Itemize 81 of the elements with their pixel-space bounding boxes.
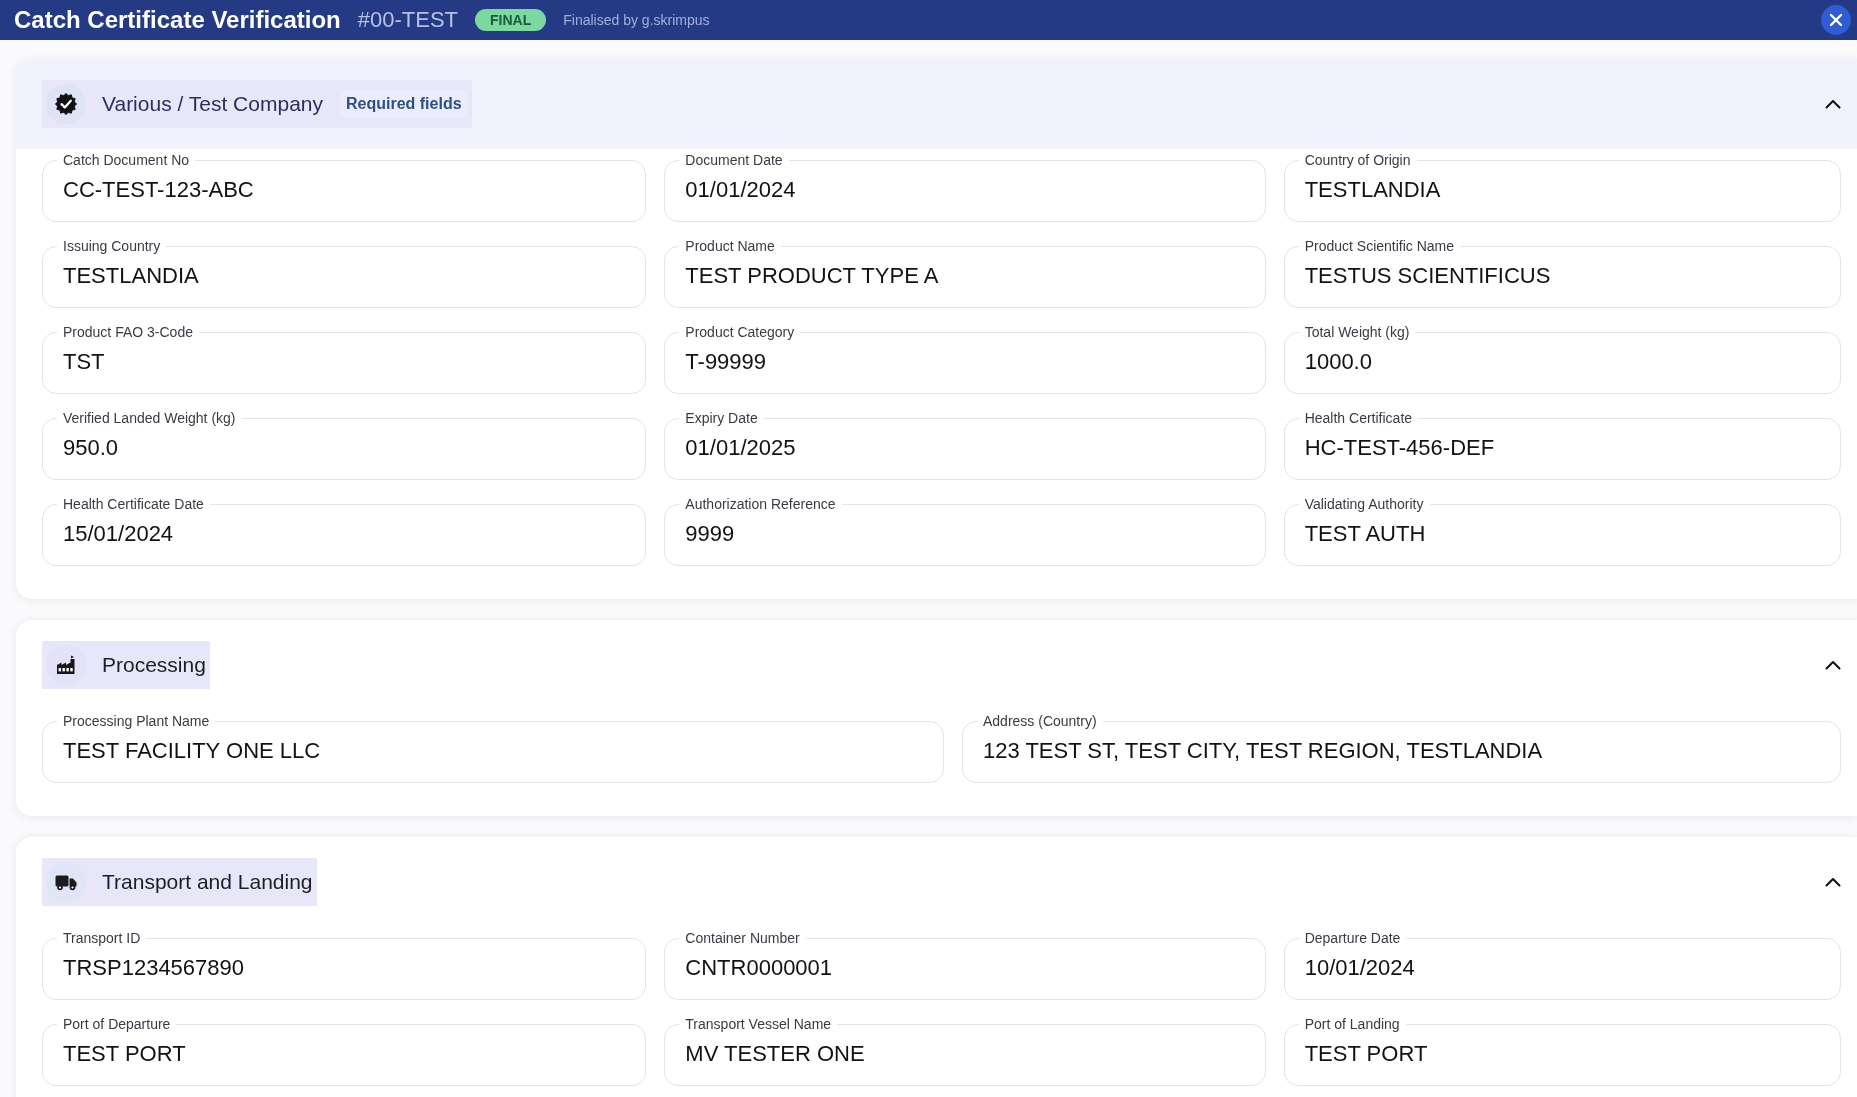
status-badge: FINAL [475, 9, 547, 31]
input-field[interactable]: Product Category T-99999 [664, 323, 1266, 394]
field-label: Country of Origin [1303, 151, 1412, 169]
section-title: Transport and Landing [102, 870, 313, 894]
input-field[interactable]: Port of Departure TEST PORT [42, 1015, 647, 1086]
field-label: Transport Vessel Name [684, 1015, 833, 1033]
field-label: Departure Date [1303, 929, 1402, 947]
input-field[interactable]: Issuing Country TESTLANDIA [42, 237, 647, 308]
chevron-up-icon[interactable] [1825, 877, 1841, 887]
reference-number: #00-TEST [357, 7, 459, 33]
close-icon [1829, 13, 1843, 27]
field-value: T-99999 [685, 348, 768, 376]
field-value: 01/01/2024 [685, 176, 797, 204]
field-value: TESTLANDIA [1304, 176, 1442, 204]
input-field[interactable]: Health Certificate Date 15/01/2024 [42, 495, 647, 566]
field-value: 1000.0 [1304, 348, 1373, 376]
field-value: 123 TEST ST, TEST CITY, TEST REGION, TESTLANDIA [983, 737, 1544, 765]
chevron-up-icon[interactable] [1825, 660, 1841, 670]
field-label: Address (Country) [982, 712, 1098, 730]
field-label: Catch Document No [62, 151, 191, 169]
input-field[interactable]: Transport Vessel Name MV TESTER ONE [664, 1015, 1266, 1086]
section-title: Processing [102, 653, 206, 677]
field-value: TST [63, 348, 106, 376]
input-field[interactable]: Processing Plant Name TEST FACILITY ONE LLC [42, 712, 944, 783]
truck-icon [46, 862, 86, 902]
required-fields-label: Required fields [340, 90, 468, 118]
field-value: TESTLANDIA [63, 262, 200, 290]
input-field[interactable]: Health Certificate HC-TEST-456-DEF [1283, 409, 1841, 480]
field-label: Verified Landed Weight (kg) [62, 409, 237, 427]
field-label: Total Weight (kg) [1303, 323, 1411, 341]
input-field[interactable]: Expiry Date 01/01/2025 [664, 409, 1266, 480]
field-value: CNTR0000001 [685, 954, 834, 982]
input-field[interactable]: Catch Document No CC-TEST-123-ABC [42, 151, 647, 222]
field-label: Validating Authority [1303, 495, 1425, 513]
field-value: TEST PORT [1304, 1040, 1429, 1068]
field-label: Processing Plant Name [62, 712, 211, 730]
input-field[interactable]: Product FAO 3-Code TST [42, 323, 647, 394]
input-field[interactable]: Address (Country) 123 TEST ST, TEST CITY, TEST REGION, TESTLANDIA [962, 712, 1841, 783]
input-field[interactable]: Port of Landing TEST PORT [1283, 1015, 1841, 1086]
section-title: Various / Test Company [102, 92, 323, 116]
input-field[interactable]: Validating Authority TEST AUTH [1283, 495, 1841, 566]
field-label: Container Number [684, 929, 801, 947]
field-label: Product Name [684, 237, 776, 255]
field-label: Product FAO 3-Code [62, 323, 194, 341]
field-value: TEST FACILITY ONE LLC [63, 737, 322, 765]
field-label: Health Certificate Date [62, 495, 205, 513]
input-field[interactable]: Verified Landed Weight (kg) 950.0 [42, 409, 647, 480]
chevron-up-icon[interactable] [1825, 99, 1841, 109]
field-value: TEST PRODUCT TYPE A [685, 262, 940, 290]
field-label: Document Date [684, 151, 784, 169]
input-field[interactable]: Total Weight (kg) 1000.0 [1283, 323, 1841, 394]
input-field[interactable]: Product Name TEST PRODUCT TYPE A [664, 237, 1266, 308]
input-field[interactable]: Authorization Reference 9999 [664, 495, 1266, 566]
field-value: 950.0 [63, 434, 120, 462]
field-value: CC-TEST-123-ABC [63, 176, 255, 204]
field-label: Product Category [684, 323, 796, 341]
field-label: Issuing Country [62, 237, 162, 255]
field-value: TEST PORT [63, 1040, 187, 1068]
finalised-by-text: Finalised by g.skrimpus [563, 12, 710, 28]
input-field[interactable]: Product Scientific Name TESTUS SCIENTIFICUS [1283, 237, 1841, 308]
input-field[interactable]: Container Number CNTR0000001 [664, 929, 1266, 1000]
field-label: Port of Landing [1303, 1015, 1401, 1033]
field-value: TESTUS SCIENTIFICUS [1304, 262, 1552, 290]
page-title: Catch Certificate Verification [14, 6, 341, 34]
field-label: Health Certificate [1303, 409, 1414, 427]
field-label: Transport ID [62, 929, 142, 947]
field-value: TEST AUTH [1304, 520, 1427, 548]
input-field[interactable]: Country of Origin TESTLANDIA [1283, 151, 1841, 222]
field-label: Expiry Date [684, 409, 759, 427]
field-value: 10/01/2024 [1304, 954, 1416, 982]
field-value: TRSP1234567890 [63, 954, 246, 982]
field-value: 15/01/2024 [63, 520, 175, 548]
field-value: MV TESTER ONE [685, 1040, 866, 1068]
field-label: Authorization Reference [684, 495, 837, 513]
field-label: Product Scientific Name [1303, 237, 1456, 255]
verified-badge-icon [46, 84, 86, 124]
field-label: Port of Departure [62, 1015, 172, 1033]
field-value: HC-TEST-456-DEF [1304, 434, 1496, 462]
close-button[interactable] [1821, 5, 1851, 35]
field-value: 9999 [685, 520, 736, 548]
field-value: 01/01/2025 [685, 434, 797, 462]
